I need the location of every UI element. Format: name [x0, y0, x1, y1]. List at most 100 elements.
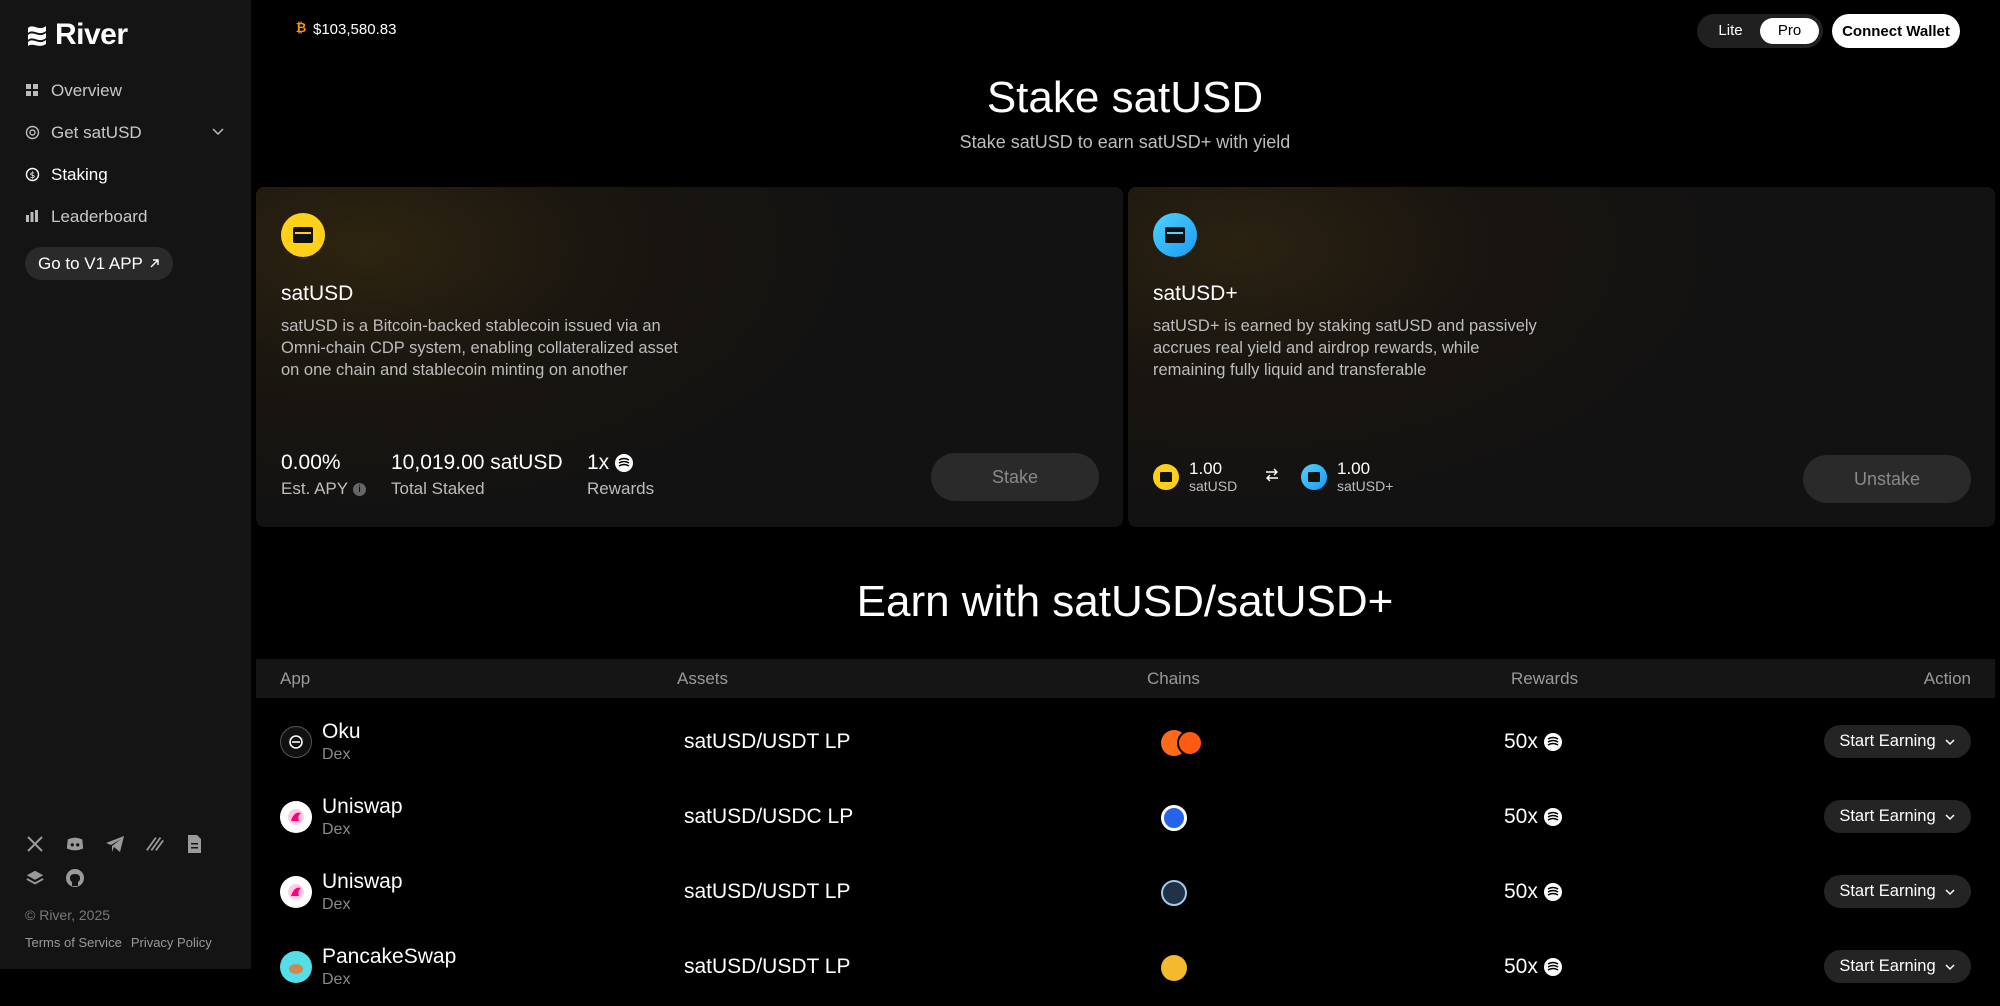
sidebar-item-staking[interactable]: $ Staking [25, 154, 225, 196]
card-description: satUSD is a Bitcoin-backed stablecoin is… [281, 317, 678, 379]
start-earning-button[interactable]: Start Earning [1824, 950, 1971, 983]
chevron-down-icon[interactable] [211, 123, 225, 143]
sidebar-item-get-satusd[interactable]: Get satUSD [25, 112, 225, 154]
social-links [25, 834, 225, 888]
start-earning-button[interactable]: Start Earning [1824, 875, 1971, 908]
bitcoin-icon: ₿ [295, 20, 307, 38]
target-icon [25, 125, 41, 141]
column-header-action: Action [1923, 669, 1971, 688]
apy-stat: 0.00% Est. APY i [281, 451, 367, 499]
docs-icon[interactable] [185, 834, 205, 854]
river-points-icon [1543, 733, 1562, 751]
river-points-icon [1543, 808, 1562, 826]
chain-icon [1161, 805, 1187, 831]
mirror-icon[interactable] [145, 834, 165, 854]
sidebar-item-overview[interactable]: Overview [25, 70, 225, 112]
sidebar: River Overview Get satUSD $ Staking Lead… [0, 0, 251, 969]
app-name: Oku [322, 720, 361, 743]
uniswap-logo-icon [280, 876, 312, 908]
github-icon[interactable] [65, 868, 85, 888]
btc-price: ₿ $103,580.83 [295, 20, 397, 38]
column-header-rewards: Rewards [1511, 669, 1579, 688]
sidebar-item-label: Staking [51, 165, 108, 184]
satusd-token-icon [281, 213, 325, 257]
start-earning-button[interactable]: Start Earning [1824, 800, 1971, 833]
reward-multiplier: 50x [1504, 955, 1562, 979]
asset-pair: satUSD/USDT LP [684, 955, 851, 978]
connect-wallet-button[interactable]: Connect Wallet [1832, 14, 1960, 48]
app-type: Dex [322, 821, 351, 838]
asset-pair: satUSD/USDC LP [684, 805, 854, 828]
mode-toggle[interactable]: Lite Pro [1697, 14, 1823, 48]
arrow-up-right-icon [149, 254, 160, 274]
exchange-from: 1.00 satUSD [1153, 460, 1237, 494]
info-icon[interactable]: i [353, 482, 367, 496]
discord-icon[interactable] [65, 834, 85, 854]
card-title: satUSD [281, 282, 354, 305]
stack-icon[interactable] [25, 868, 45, 888]
chain-icons [1161, 730, 1203, 756]
start-earning-label: Start Earning [1839, 957, 1936, 975]
start-earning-button[interactable]: Start Earning [1824, 725, 1971, 758]
rewards-value: 1x [587, 451, 610, 474]
pancakeswap-logo-icon [280, 951, 312, 983]
dollar-circle-icon: $ [25, 167, 41, 183]
app-name: Uniswap [322, 870, 403, 893]
chain-icon [1161, 955, 1187, 981]
reward-multiplier: 50x [1504, 730, 1562, 754]
total-staked-value: 10,019.00 satUSD [391, 451, 563, 474]
app-name: PancakeSwap [322, 945, 457, 968]
page-title: Stake satUSD [986, 73, 1264, 122]
satusd-coin-icon [1153, 464, 1179, 490]
chevron-down-icon [1945, 738, 1955, 745]
oku-logo-icon [280, 726, 312, 758]
exchange-from-value: 1.00 [1189, 459, 1223, 478]
reward-value: 50x [1504, 730, 1538, 753]
privacy-link[interactable]: Privacy Policy [131, 935, 212, 950]
terms-link[interactable]: Terms of Service [25, 935, 122, 950]
asset-pair: satUSD/USDT LP [684, 880, 851, 903]
card-description: satUSD+ is earned by staking satUSD and … [1153, 317, 1537, 379]
sidebar-item-label: Overview [51, 81, 122, 100]
footer-links: Terms of Service Privacy Policy [25, 935, 212, 950]
telegram-icon[interactable] [105, 834, 125, 854]
sidebar-item-leaderboard[interactable]: Leaderboard [25, 196, 225, 238]
satusd-plus-card: satUSD+ satUSD+ is earned by staking sat… [1128, 187, 1995, 527]
chain-icons [1161, 880, 1187, 906]
chain-icon [1177, 730, 1203, 756]
reward-value: 50x [1504, 880, 1538, 903]
logo[interactable]: River [25, 18, 128, 52]
go-to-v1-button[interactable]: Go to V1 APP [25, 247, 173, 280]
copyright: © River, 2025 [25, 907, 111, 923]
sidebar-item-label: Leaderboard [51, 207, 148, 226]
river-points-icon [1543, 958, 1562, 976]
table-row: Uniswap Dex satUSD/USDC LP 50x Start Ear… [256, 781, 1995, 856]
btc-price-value: $103,580.83 [313, 20, 397, 38]
page-subtitle: Stake satUSD to earn satUSD+ with yield [959, 132, 1291, 152]
mode-lite[interactable]: Lite [1701, 18, 1760, 44]
column-header-assets: Assets [677, 669, 729, 688]
x-icon[interactable] [25, 834, 45, 854]
app-name: Uniswap [322, 795, 403, 818]
mode-pro[interactable]: Pro [1760, 18, 1819, 44]
chain-icons [1161, 805, 1187, 831]
exchange-from-label: satUSD [1189, 478, 1238, 494]
river-logo-icon [28, 26, 46, 46]
chain-icons [1161, 955, 1187, 981]
reward-value: 50x [1504, 805, 1538, 828]
sidebar-item-label: Get satUSD [51, 123, 142, 142]
chevron-down-icon [1945, 888, 1955, 895]
satusd-plus-token-icon [1153, 213, 1197, 257]
unstake-button[interactable]: Unstake [1803, 455, 1971, 503]
reward-value: 50x [1504, 955, 1538, 978]
apy-value: 0.00% [281, 451, 341, 474]
column-header-chains: Chains [1147, 669, 1200, 688]
total-staked-label: Total Staked [391, 479, 485, 498]
river-points-icon [1543, 883, 1562, 901]
card-title: satUSD+ [1153, 282, 1238, 305]
chain-icon [1161, 880, 1187, 906]
stake-button[interactable]: Stake [931, 453, 1099, 501]
sidebar-nav: Overview Get satUSD $ Staking Leaderboar… [25, 70, 225, 238]
apy-label: Est. APY [281, 479, 349, 498]
exchange-to: 1.00 satUSD+ [1301, 460, 1393, 494]
